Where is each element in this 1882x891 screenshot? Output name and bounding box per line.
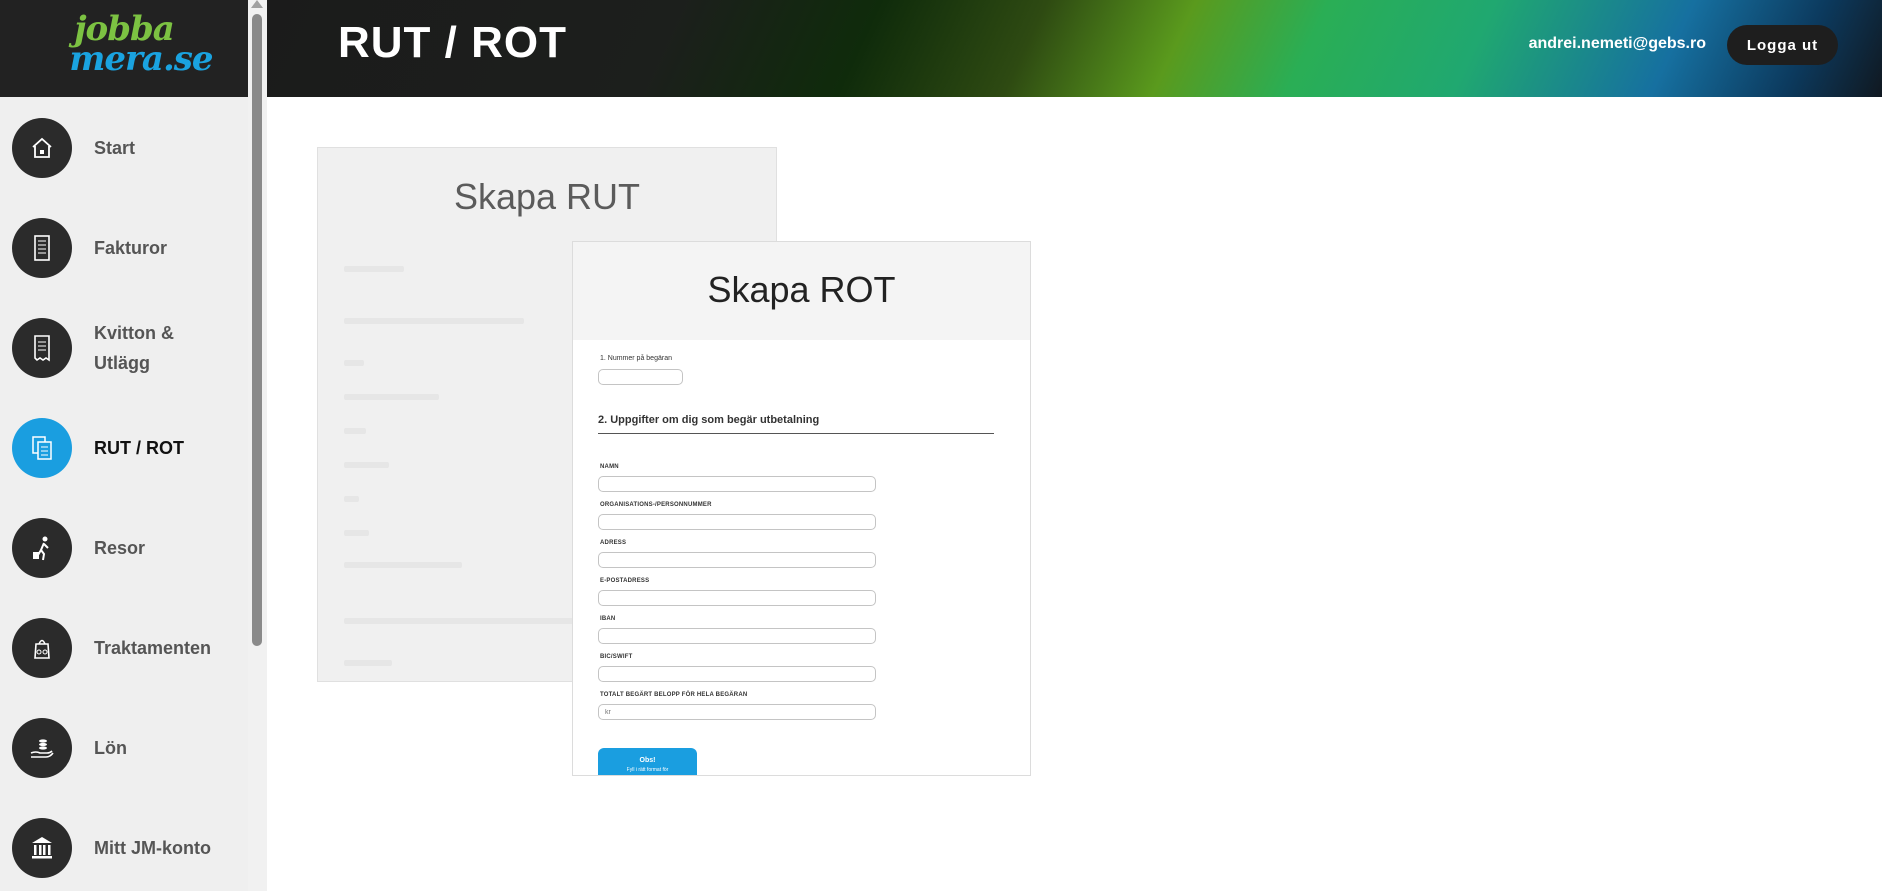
- sidebar-item-label: Kvitton & Utlägg: [94, 323, 174, 373]
- house-icon: [12, 118, 72, 178]
- address-input[interactable]: [598, 552, 876, 568]
- ghost-line: [344, 428, 366, 434]
- total-amount-input[interactable]: [598, 704, 876, 720]
- sidebar-item-fakturor[interactable]: Fakturor: [12, 217, 242, 279]
- iban-input[interactable]: [598, 628, 876, 644]
- name-label: NAMN: [600, 464, 619, 470]
- address-label: ADRESS: [600, 540, 627, 546]
- logo-line-2: mera.se: [69, 39, 213, 79]
- name-input[interactable]: [598, 476, 876, 492]
- org-number-label: ORGANISATIONS-/PERSONNUMMER: [600, 502, 712, 508]
- total-amount-label: TOTALT BEGÄRT BELOPP FÖR HELA BEGÄRAN: [600, 692, 748, 698]
- sidebar-item-start[interactable]: Start: [12, 117, 242, 179]
- bic-swift-input[interactable]: [598, 666, 876, 682]
- iban-label: IBAN: [600, 616, 616, 622]
- sidebar-item-mitt-jm-konto[interactable]: Mitt JM-konto: [12, 817, 242, 879]
- ghost-line: [344, 618, 574, 624]
- header: RUT / ROT andrei.nemeti@gebs.ro Logga ut: [267, 0, 1882, 97]
- sidebar: jobba mera.se Start Fakturor Kvitton & U…: [0, 0, 248, 891]
- logout-button[interactable]: Logga ut: [1727, 25, 1838, 65]
- sidebar-item-resor[interactable]: Resor: [12, 517, 242, 579]
- ghost-line: [344, 530, 369, 536]
- request-number-label: 1. Nummer på begäran: [600, 355, 672, 362]
- org-number-input[interactable]: [598, 514, 876, 530]
- sidebar-item-label: Mitt JM-konto: [94, 838, 211, 858]
- ghost-line: [344, 562, 462, 568]
- request-number-input[interactable]: [598, 369, 683, 385]
- traveler-icon: [12, 518, 72, 578]
- rot-card[interactable]: Skapa ROT 1. Nummer på begäran 2. Uppgif…: [572, 241, 1031, 776]
- info-button-title: Obs!: [639, 757, 656, 764]
- user-email: andrei.nemeti@gebs.ro: [1528, 35, 1706, 52]
- sidebar-item-label: Lön: [94, 738, 127, 758]
- info-button-text: Fyll i rätt format för: [626, 767, 669, 773]
- email-input[interactable]: [598, 590, 876, 606]
- sidebar-item-lon[interactable]: Lön: [12, 717, 242, 779]
- ghost-line: [344, 660, 392, 666]
- email-label: E-POSTADRESS: [600, 578, 650, 584]
- scroll-up-arrow-icon[interactable]: [251, 0, 263, 8]
- invoice-icon: [12, 218, 72, 278]
- rot-card-header: Skapa ROT: [573, 242, 1030, 340]
- logo[interactable]: jobba mera.se: [0, 0, 248, 97]
- section-divider: [598, 433, 994, 434]
- page-title: RUT / ROT: [338, 18, 567, 67]
- info-button[interactable]: Obs! Fyll i rätt format för: [598, 748, 697, 775]
- ghost-line: [344, 496, 359, 502]
- sidebar-item-rut-rot[interactable]: RUT / ROT: [12, 417, 242, 479]
- sidebar-item-label: RUT / ROT: [94, 438, 184, 458]
- sidebar-item-label: Start: [94, 138, 136, 158]
- bic-swift-label: BIC/SWIFT: [600, 654, 633, 660]
- receipt-icon: [12, 318, 72, 378]
- sidebar-item-label: Resor: [94, 538, 146, 558]
- sidebar-item-label: Traktamenten: [94, 638, 212, 658]
- rot-card-title: Skapa ROT: [707, 269, 896, 310]
- ghost-line: [344, 318, 524, 324]
- rut-card-title: Skapa RUT: [453, 176, 641, 217]
- sidebar-item-kvitton[interactable]: Kvitton & Utlägg: [12, 317, 242, 379]
- food-bag-icon: [12, 618, 72, 678]
- bank-icon: [12, 818, 72, 878]
- sidebar-item-label: Fakturor: [94, 238, 168, 258]
- sidebar-item-traktamenten[interactable]: Traktamenten: [12, 617, 242, 679]
- documents-icon: [12, 418, 72, 478]
- ghost-line: [344, 266, 404, 272]
- hand-coins-icon: [12, 718, 72, 778]
- section-title: 2. Uppgifter om dig som begär utbetalnin…: [598, 414, 820, 426]
- ghost-line: [344, 394, 439, 400]
- sidebar-scrollbar-thumb[interactable]: [252, 14, 262, 646]
- ghost-line: [344, 360, 364, 366]
- ghost-line: [344, 462, 389, 468]
